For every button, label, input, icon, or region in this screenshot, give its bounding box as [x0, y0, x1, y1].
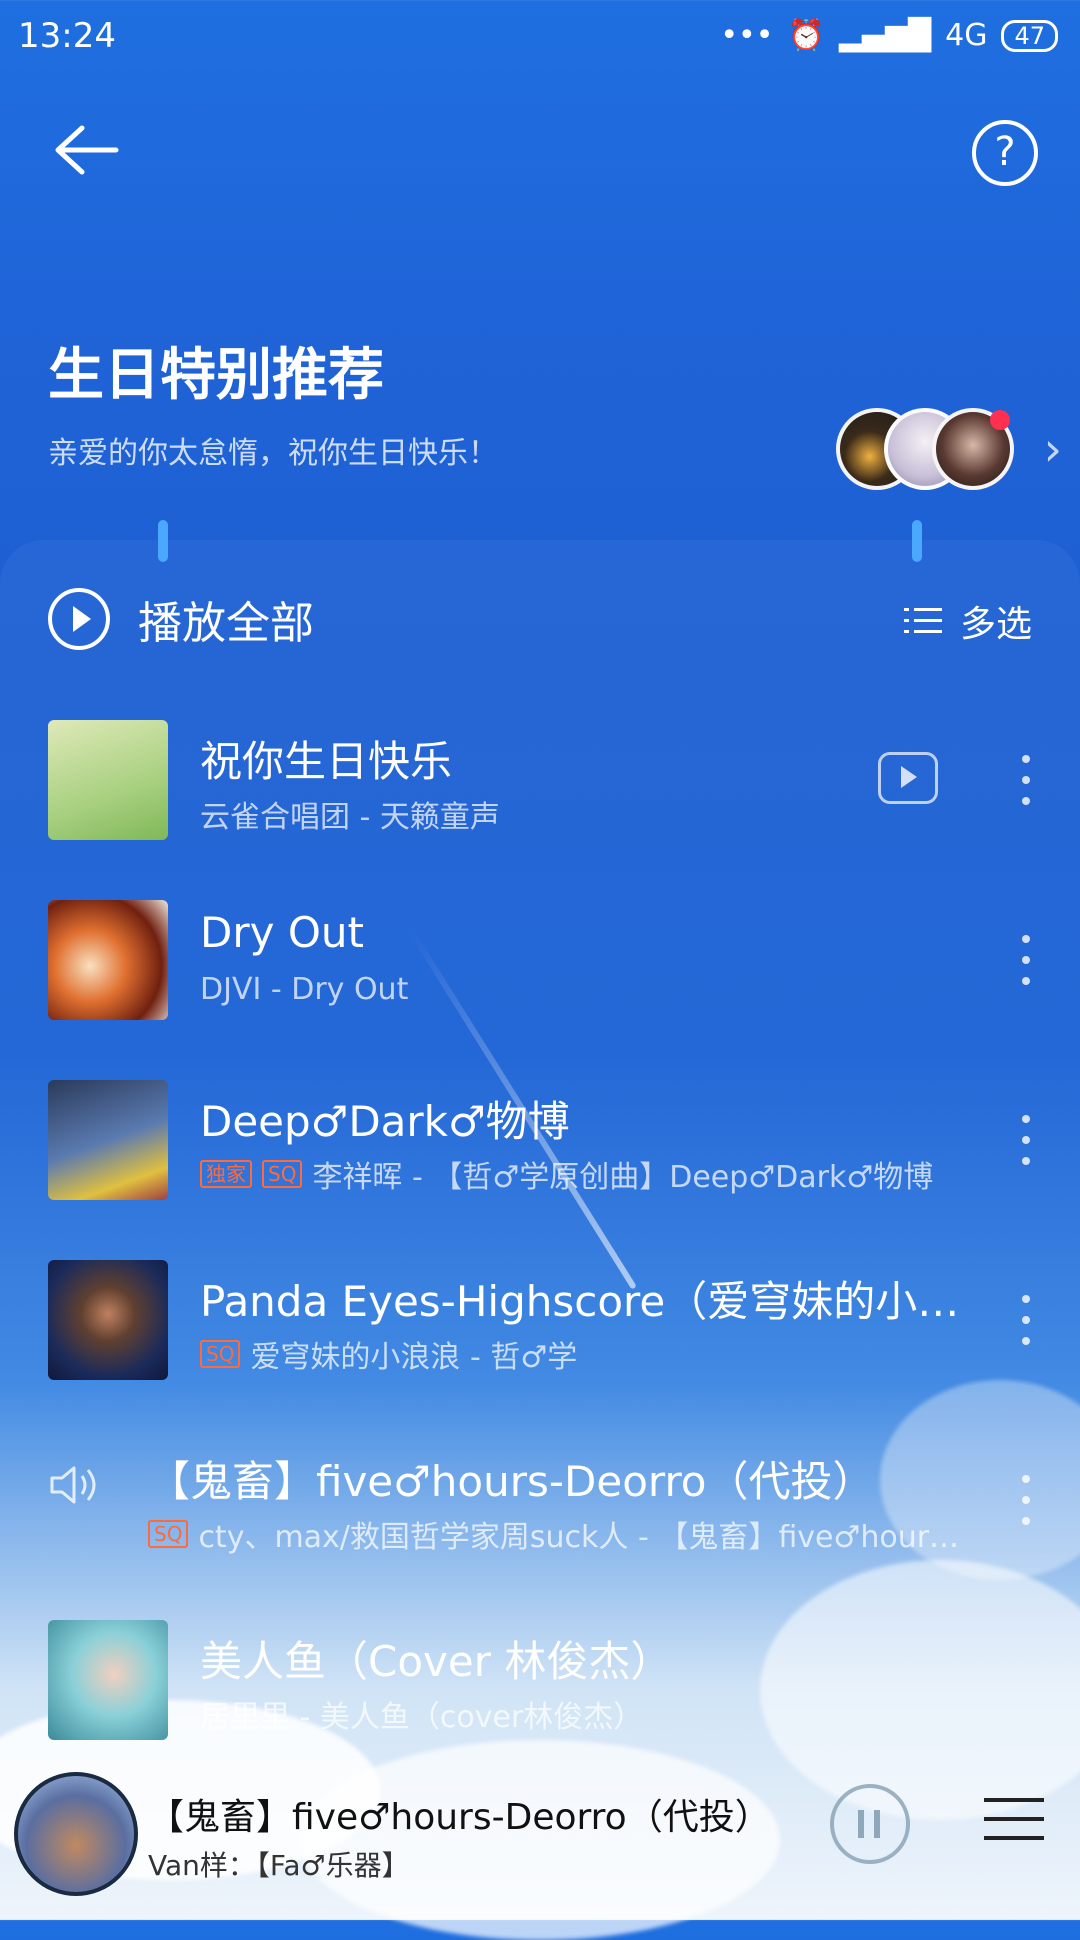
song-artist-album: 李祥晖 - 【哲♂学原创曲】Deep♂Dark♂物博 — [312, 1160, 934, 1195]
album-cover — [48, 1260, 168, 1380]
song-meta: SQ 爱穹妹的小浪浪 - 哲♂学 — [200, 1332, 577, 1376]
album-cover — [48, 900, 168, 1020]
friends-avatars[interactable] — [836, 408, 1014, 490]
pause-button[interactable] — [830, 1784, 910, 1864]
album-cover — [48, 1620, 168, 1740]
song-artist-album: DJVI - Dry Out — [200, 972, 409, 1007]
pause-icon — [874, 1810, 880, 1838]
exclusive-badge: 独家 — [200, 1160, 252, 1188]
song-row[interactable]: 祝你生日快乐 云雀合唱团 - 天籁童声 — [0, 720, 1080, 870]
pause-icon — [858, 1810, 864, 1838]
multi-select-button[interactable]: 多选 — [903, 595, 1032, 647]
alarm-icon: ⏰ — [787, 18, 825, 53]
song-artist-album: 云雀合唱团 - 天籁童声 — [200, 800, 500, 835]
more-options-icon[interactable] — [1022, 755, 1030, 805]
page-subtitle: 亲爱的你太怠惰，祝你生日快乐！ — [48, 436, 498, 471]
back-button[interactable] — [50, 120, 130, 180]
battery-indicator: 47 — [1001, 19, 1058, 52]
play-circle-icon — [48, 588, 110, 650]
chevron-right-icon[interactable]: › — [1044, 422, 1062, 476]
song-row[interactable]: 美人鱼（Cover 林俊杰） 居里里 - 美人鱼（cover林俊杰） — [0, 1620, 1080, 1770]
network-label: 4G — [945, 18, 988, 53]
page-title: 生日特别推荐 — [48, 343, 384, 408]
more-options-icon[interactable] — [1022, 1115, 1030, 1165]
status-bar: 13:24 ••• ⏰ ▂▄▆█ 4G 47 — [0, 0, 1080, 72]
sq-badge: SQ — [148, 1520, 189, 1548]
help-icon: ? — [994, 129, 1016, 175]
multi-select-label: 多选 — [959, 604, 1032, 645]
song-artist-album: 居里里 - 美人鱼（cover林俊杰） — [200, 1700, 644, 1735]
song-title: Panda Eyes-Highscore（爱穹妹的小… — [200, 1277, 960, 1326]
panel-pin-decoration — [158, 520, 168, 562]
now-playing-cover[interactable] — [14, 1772, 138, 1896]
status-time: 13:24 — [18, 16, 116, 56]
now-playing-title: 【鬼畜】five♂hours-Deorro（代投） — [148, 1797, 771, 1838]
more-options-icon[interactable] — [1022, 1295, 1030, 1345]
red-dot-badge — [990, 410, 1010, 430]
mini-player[interactable]: 【鬼畜】five♂hours-Deorro（代投） Van样：【Fa♂乐器】 — [0, 1772, 1080, 1920]
panel-pin-decoration — [912, 520, 922, 562]
song-meta: SQ cty、max/救国哲学家周suck人 - 【鬼畜】five♂hour… — [148, 1512, 959, 1556]
song-row-playing[interactable]: 【鬼畜】five♂hours-Deorro（代投） SQ cty、max/救国哲… — [0, 1440, 1080, 1590]
song-row[interactable]: Panda Eyes-Highscore（爱穹妹的小… SQ 爱穹妹的小浪浪 -… — [0, 1260, 1080, 1410]
arrow-left-icon — [55, 125, 119, 175]
sq-badge: SQ — [200, 1340, 241, 1368]
song-meta: DJVI - Dry Out — [200, 972, 408, 1007]
album-cover — [48, 1080, 168, 1200]
song-title: 祝你生日快乐 — [200, 737, 453, 786]
notification-dots-icon: ••• — [720, 18, 774, 53]
playlist-queue-button[interactable] — [984, 1794, 1044, 1844]
song-meta: 独家 SQ 李祥晖 - 【哲♂学原创曲】Deep♂Dark♂物博 — [200, 1152, 933, 1196]
song-title: 美人鱼（Cover 林俊杰） — [200, 1637, 673, 1686]
song-meta: 居里里 - 美人鱼（cover林俊杰） — [200, 1692, 643, 1736]
now-playing-subtitle: Van样：【Fa♂乐器】 — [148, 1849, 410, 1882]
play-all-label: 播放全部 — [138, 598, 314, 649]
sq-badge: SQ — [262, 1160, 303, 1188]
list-icon — [903, 606, 942, 636]
song-artist-album: 爱穹妹的小浪浪 - 哲♂学 — [250, 1340, 578, 1375]
song-title: Deep♂Dark♂物博 — [200, 1097, 570, 1146]
mv-play-icon[interactable] — [878, 752, 938, 804]
help-button[interactable]: ? — [972, 120, 1038, 186]
song-title: 【鬼畜】five♂hours-Deorro（代投） — [148, 1457, 875, 1506]
play-all-button[interactable]: 播放全部 — [48, 587, 314, 651]
speaker-playing-icon — [50, 1466, 96, 1504]
song-artist-album: cty、max/救国哲学家周suck人 - 【鬼畜】five♂hour… — [198, 1520, 960, 1555]
more-options-icon[interactable] — [1022, 1475, 1030, 1525]
signal-icon: ▂▄▆█ — [838, 18, 932, 53]
song-row[interactable]: Dry Out DJVI - Dry Out — [0, 900, 1080, 1050]
more-options-icon[interactable] — [1022, 935, 1030, 985]
song-row[interactable]: Deep♂Dark♂物博 独家 SQ 李祥晖 - 【哲♂学原创曲】Deep♂Da… — [0, 1080, 1080, 1230]
avatar — [932, 408, 1014, 490]
album-cover — [48, 720, 168, 840]
song-title: Dry Out — [200, 908, 364, 957]
song-meta: 云雀合唱团 - 天籁童声 — [200, 792, 500, 836]
